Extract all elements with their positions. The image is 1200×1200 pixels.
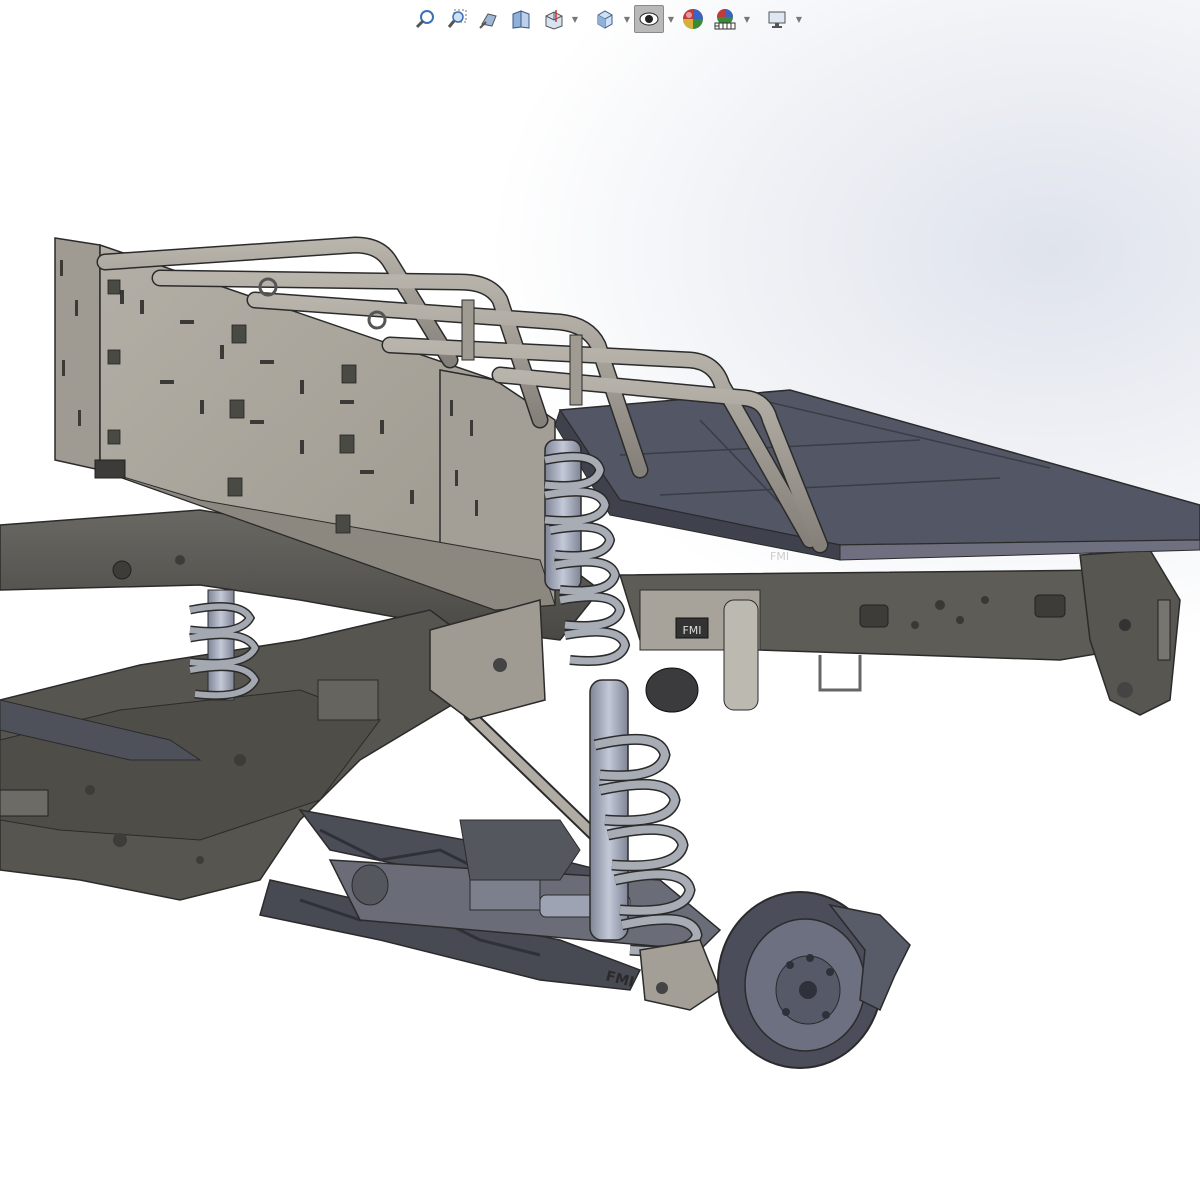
shaded-edges-icon — [639, 12, 659, 26]
dropdown-arrow[interactable]: ▼ — [622, 5, 632, 33]
bed-floor[interactable] — [554, 389, 1200, 561]
view-orientation-button[interactable] — [590, 5, 620, 33]
bump-stop-assembly[interactable]: FMI — [639, 589, 761, 713]
dropdown-arrow[interactable]: ▼ — [666, 5, 676, 33]
previous-view-icon — [479, 13, 497, 29]
annotation-view-icon — [545, 10, 563, 30]
scene-icon — [714, 9, 736, 30]
axle-bracket[interactable] — [639, 939, 721, 1011]
cube-icon — [597, 10, 613, 29]
zoom-to-area-button[interactable] — [442, 5, 472, 33]
view-settings-button[interactable] — [762, 5, 792, 33]
cad-model-view[interactable]: FMI FMI FMI — [0, 0, 1200, 1200]
display-style-button[interactable] — [634, 5, 664, 33]
dropdown-arrow[interactable]: ▼ — [794, 5, 804, 33]
heads-up-view-toolbar: ▼ ▼ ▼ ▼ ▼ — [410, 4, 804, 34]
section-view-icon — [512, 10, 530, 29]
dropdown-arrow[interactable]: ▼ — [742, 5, 752, 33]
dynamic-annotation-button[interactable] — [538, 5, 568, 33]
monitor-icon — [768, 11, 786, 28]
previous-view-button[interactable] — [474, 5, 504, 33]
zoom-to-fit-button[interactable] — [410, 5, 440, 33]
graphics-area[interactable]: FMI FMI FMI ▼ ▼ ▼ ▼ ▼ — [0, 0, 1200, 1200]
apply-scene-button[interactable] — [710, 5, 740, 33]
zoom-area-icon — [447, 9, 467, 28]
section-view-button[interactable] — [506, 5, 536, 33]
appearance-sphere-icon — [683, 9, 703, 29]
dropdown-arrow[interactable]: ▼ — [570, 5, 580, 33]
edit-appearance-button[interactable] — [678, 5, 708, 33]
magnify-icon — [415, 10, 434, 29]
fmi-logo-mount: FMI — [770, 550, 789, 563]
fmi-logo-upper: FMI — [682, 624, 701, 637]
